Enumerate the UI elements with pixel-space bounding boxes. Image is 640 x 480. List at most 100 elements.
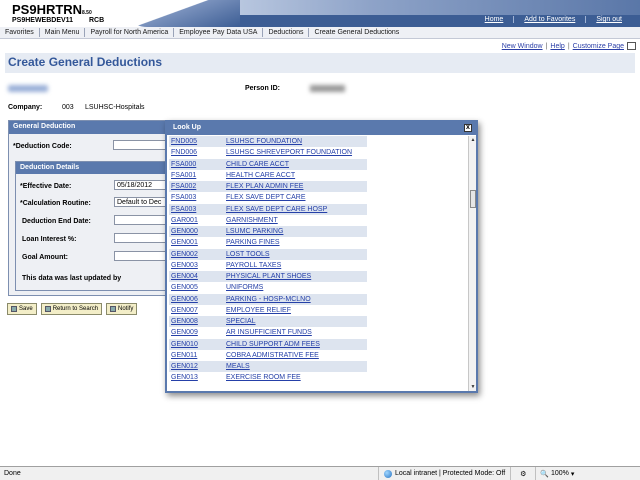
customize-page-link[interactable]: Customize Page (573, 43, 624, 50)
lookup-code-link[interactable]: GEN011 (169, 352, 226, 359)
globe-icon (384, 469, 392, 478)
add-to-favorites-link[interactable]: Add to Favorites (513, 16, 585, 23)
lookup-code-link[interactable]: FSA002 (169, 183, 226, 190)
person-id-redacted (310, 85, 345, 92)
lookup-description-link[interactable]: LSUHSC SHREVEPORT FOUNDATION (226, 149, 367, 156)
lookup-code-link[interactable]: FSA001 (169, 172, 226, 179)
security-zone: Local intranet | Protected Mode: Off (378, 466, 510, 480)
lookup-code-link[interactable]: GEN002 (169, 251, 226, 258)
lookup-dialog: Look Up x FND005 LSUHSC FOUNDATION FND006 L… (165, 120, 478, 393)
calculation-routine-label: *Calculation Routine: (20, 200, 91, 207)
lookup-row: GEN005 UNIFORMS (169, 282, 367, 294)
lookup-description-link[interactable]: FLEX PLAN ADMIN FEE (226, 183, 367, 190)
notify-icon (110, 306, 117, 312)
home-link[interactable]: Home (475, 16, 514, 23)
database-name: PS9HEWEBDEV11 (12, 17, 74, 24)
lookup-code-link[interactable]: GEN012 (169, 363, 226, 370)
lookup-row: GEN000 LSUMC PARKING (169, 226, 367, 238)
lookup-code-link[interactable]: GEN013 (169, 374, 226, 381)
person-id-label: Person ID: (245, 85, 281, 92)
deduction-code-input[interactable] (113, 140, 173, 150)
lookup-description-link[interactable]: PAYROLL TAXES (226, 262, 367, 269)
menu-create-general-deductions[interactable]: Create General Deductions (309, 29, 404, 36)
lookup-row: GEN007 EMPLOYEE RELIEF (169, 304, 367, 316)
menu-bar: Favorites Main Menu Payroll for North Am… (0, 27, 640, 39)
lookup-code-link[interactable]: GEN003 (169, 262, 226, 269)
effective-date-input[interactable]: 05/18/2012 (114, 180, 166, 190)
lookup-results-list: FND005 LSUHSC FOUNDATION FND006 LSUHSC SHRE… (169, 136, 367, 384)
lookup-code-link[interactable]: GAR001 (169, 217, 226, 224)
lookup-title-bar: Look Up x (167, 122, 476, 135)
lookup-code-link[interactable]: FND005 (169, 138, 226, 145)
lookup-description-link[interactable]: GARNISHMENT (226, 217, 367, 224)
lookup-code-link[interactable]: GEN010 (169, 341, 226, 348)
deduction-end-date-input[interactable] (114, 215, 166, 225)
lookup-description-link[interactable]: PARKING FINES (226, 239, 367, 246)
sign-out-link[interactable]: Sign out (585, 16, 632, 23)
loan-interest-input[interactable] (114, 233, 166, 243)
close-icon[interactable]: x (464, 124, 472, 132)
help-link[interactable]: Help (550, 43, 564, 50)
lookup-row: GEN004 PHYSICAL PLANT SHOES (169, 271, 367, 283)
lookup-description-link[interactable]: LSUHSC FOUNDATION (226, 138, 367, 145)
lookup-description-link[interactable]: UNIFORMS (226, 284, 367, 291)
lookup-description-link[interactable]: EXERCISE ROOM FEE (226, 374, 367, 381)
calculation-routine-select[interactable]: Default to Dec (114, 197, 166, 207)
lookup-code-link[interactable]: GEN000 (169, 228, 226, 235)
security-zone-text: Local intranet | Protected Mode: Off (395, 470, 506, 477)
lookup-code-link[interactable]: GEN009 (169, 329, 226, 336)
zoom-control[interactable]: 🔍 100% ▾ (535, 466, 578, 480)
lookup-description-link[interactable]: MEALS (226, 363, 367, 370)
lookup-description-link[interactable]: AR INSUFFICIENT FUNDS (226, 329, 367, 336)
notify-button[interactable]: Notify (106, 303, 138, 315)
lookup-description-link[interactable]: CHILD SUPPORT ADM FEES (226, 341, 367, 348)
return-to-search-button[interactable]: Return to Search (40, 303, 103, 315)
system-version: 8.50 (82, 10, 92, 16)
lookup-scrollbar[interactable]: ▲ ▼ (468, 136, 476, 391)
protected-mode-icon[interactable]: ⚙ (510, 466, 535, 480)
menu-main-menu[interactable]: Main Menu (40, 29, 85, 36)
goal-amount-input[interactable] (114, 251, 166, 261)
lookup-description-link[interactable]: HEALTH CARE ACCT (226, 172, 367, 179)
new-window-link[interactable]: New Window (502, 43, 543, 50)
scroll-thumb[interactable] (470, 190, 476, 208)
lookup-row: GEN002 LOST TOOLS (169, 248, 367, 260)
lookup-description-link[interactable]: CHILD CARE ACCT (226, 161, 367, 168)
menu-deductions[interactable]: Deductions (263, 29, 308, 36)
lookup-code-link[interactable]: GEN004 (169, 273, 226, 280)
lookup-code-link[interactable]: GEN008 (169, 318, 226, 325)
menu-employee-pay-data[interactable]: Employee Pay Data USA (174, 29, 262, 36)
lookup-description-link[interactable]: LOST TOOLS (226, 251, 367, 258)
lookup-description-link[interactable]: SPECIAL (226, 318, 367, 325)
lookup-description-link[interactable]: FLEX SAVE DEPT CARE (226, 194, 367, 201)
lookup-description-link[interactable]: PHYSICAL PLANT SHOES (226, 273, 367, 280)
deduction-end-date-label: Deduction End Date: (22, 218, 91, 225)
lookup-description-link[interactable]: EMPLOYEE RELIEF (226, 307, 367, 314)
scroll-up-icon[interactable]: ▲ (469, 136, 477, 144)
lookup-row: GEN010 CHILD SUPPORT ADM FEES (169, 338, 367, 350)
lookup-code-link[interactable]: GEN005 (169, 284, 226, 291)
browser-status-bar: Done Local intranet | Protected Mode: Of… (0, 466, 640, 480)
goal-amount-label: Goal Amount: (22, 254, 69, 261)
lookup-code-link[interactable]: GEN001 (169, 239, 226, 246)
action-buttons: Save Return to Search Notify (7, 303, 138, 315)
deduction-code-label: *Deduction Code: (13, 143, 72, 150)
lookup-description-link[interactable]: PARKING - HOSP-MCLNO (226, 296, 367, 303)
lookup-code-link[interactable]: GEN007 (169, 307, 226, 314)
lookup-code-link[interactable]: FND006 (169, 149, 226, 156)
lookup-code-link[interactable]: FSA000 (169, 161, 226, 168)
scroll-down-icon[interactable]: ▼ (469, 383, 477, 391)
menu-payroll-north-america[interactable]: Payroll for North America (85, 29, 173, 36)
company-code: 003 (62, 104, 74, 111)
save-icon (11, 306, 17, 312)
save-button[interactable]: Save (7, 303, 37, 315)
lookup-description-link[interactable]: FLEX SAVE DEPT CARE HOSP (226, 206, 367, 213)
lookup-description-link[interactable]: LSUMC PARKING (226, 228, 367, 235)
menu-favorites[interactable]: Favorites (0, 29, 39, 36)
lookup-code-link[interactable]: GEN006 (169, 296, 226, 303)
lookup-description-link[interactable]: COBRA ADMISTRATIVE FEE (226, 352, 367, 359)
page-grid-icon[interactable] (627, 42, 636, 50)
lookup-row: FSA002 FLEX PLAN ADMIN FEE (169, 181, 367, 193)
lookup-code-link[interactable]: FSA003 (169, 194, 226, 201)
lookup-code-link[interactable]: FSA003 (169, 206, 226, 213)
